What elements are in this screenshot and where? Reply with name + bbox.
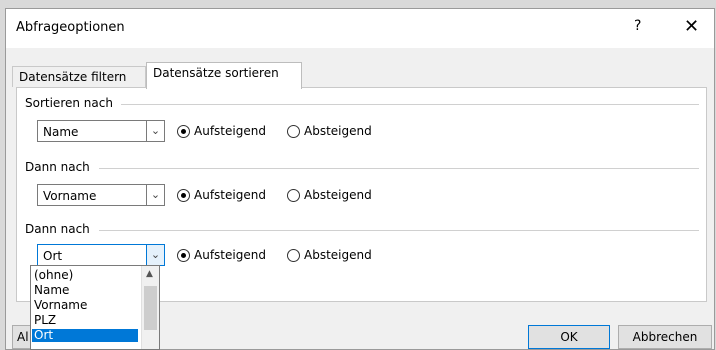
radio-circle[interactable]: [287, 124, 300, 138]
help-button[interactable]: ?: [634, 18, 641, 34]
tab-label: Datensätze sortieren: [153, 66, 279, 80]
radio-descending-1[interactable]: Absteigend: [287, 124, 372, 138]
select-value: Name: [43, 125, 79, 139]
sort-field-dropdown-list[interactable]: (ohne) Name Vorname PLZ Ort ▲: [30, 265, 160, 350]
divider: [121, 104, 699, 105]
chevron-down-icon[interactable]: ⌄: [146, 245, 164, 265]
tab-filter-records[interactable]: Datensätze filtern: [12, 66, 146, 87]
section-label-sort-by: Sortieren nach: [25, 96, 113, 110]
list-item[interactable]: (ohne): [34, 269, 73, 282]
radio-circle[interactable]: [177, 124, 190, 138]
tab-strip: Datensätze filtern Datensätze sortieren: [6, 48, 714, 89]
radio-circle[interactable]: [287, 188, 300, 202]
close-button[interactable]: ✕: [684, 16, 699, 37]
scroll-thumb[interactable]: [144, 286, 157, 330]
radio-descending-3[interactable]: Absteigend: [287, 248, 372, 262]
radio-circle[interactable]: [177, 188, 190, 202]
tab-sort-records[interactable]: Datensätze sortieren: [146, 62, 302, 89]
sort-field-2-select[interactable]: Vorname ⌄: [37, 184, 165, 206]
radio-label: Absteigend: [304, 124, 372, 138]
cancel-button[interactable]: Abbrechen: [618, 325, 712, 349]
radio-ascending-2[interactable]: Aufsteigend: [177, 188, 266, 202]
list-item-selected[interactable]: Ort: [32, 329, 138, 342]
button-label: Abbrechen: [632, 330, 698, 344]
radio-circle[interactable]: [287, 248, 300, 262]
tab-label: Datensätze filtern: [19, 70, 127, 84]
section-label-then-by-2: Dann nach: [25, 222, 90, 236]
button-label: OK: [560, 330, 578, 344]
chevron-down-icon[interactable]: ⌄: [146, 185, 164, 205]
list-item[interactable]: Name: [34, 284, 69, 297]
dialog-title: Abfrageoptionen: [16, 20, 125, 35]
sort-field-1-select[interactable]: Name ⌄: [37, 120, 165, 142]
dropdown-scrollbar[interactable]: ▲: [141, 266, 159, 349]
radio-ascending-1[interactable]: Aufsteigend: [177, 124, 266, 138]
radio-label: Aufsteigend: [194, 124, 266, 138]
radio-label: Absteigend: [304, 188, 372, 202]
radio-label: Aufsteigend: [194, 188, 266, 202]
radio-label: Absteigend: [304, 248, 372, 262]
chevron-down-icon[interactable]: ⌄: [146, 121, 164, 141]
section-label-then-by-1: Dann nach: [25, 160, 90, 174]
radio-label: Aufsteigend: [194, 248, 266, 262]
radio-ascending-3[interactable]: Aufsteigend: [177, 248, 266, 262]
divider: [99, 168, 699, 169]
radio-circle[interactable]: [177, 248, 190, 262]
radio-descending-2[interactable]: Absteigend: [287, 188, 372, 202]
select-value: Ort: [43, 249, 63, 263]
sort-field-3-select[interactable]: Ort ⌄: [37, 244, 165, 266]
button-label: Al: [17, 330, 29, 344]
select-value: Vorname: [43, 189, 97, 203]
title-bar: Abfrageoptionen ? ✕: [6, 9, 714, 48]
list-item[interactable]: PLZ: [34, 314, 56, 327]
scroll-up-icon[interactable]: ▲: [146, 269, 153, 279]
divider: [99, 230, 699, 231]
list-item[interactable]: Vorname: [34, 299, 87, 312]
ok-button[interactable]: OK: [528, 325, 610, 349]
